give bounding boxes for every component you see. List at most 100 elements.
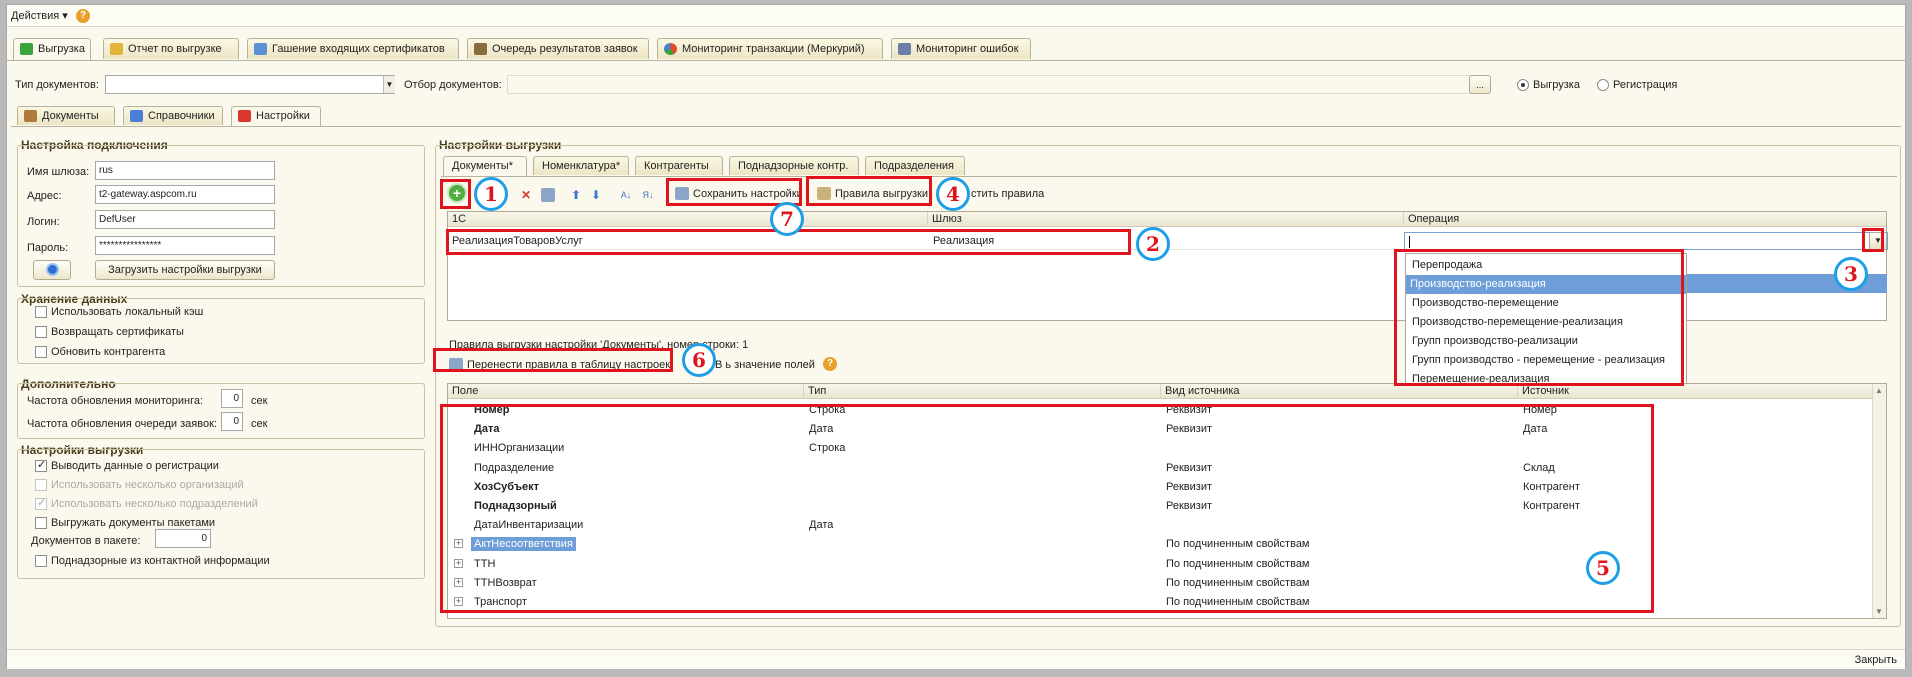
checkbox-batch-export[interactable] bbox=[35, 517, 47, 529]
export-icon bbox=[20, 43, 33, 55]
queue-unit: сек bbox=[251, 418, 268, 430]
monitoring-freq-field[interactable]: 0 bbox=[221, 389, 243, 408]
col-field[interactable]: Поле bbox=[448, 384, 804, 399]
operation-input[interactable] bbox=[1404, 232, 1888, 250]
col-type[interactable]: Тип bbox=[804, 384, 1161, 399]
tab-label: Очередь результатов заявок bbox=[492, 43, 638, 55]
tab-mercury-monitoring[interactable]: Мониторинг транзакции (Меркурий) bbox=[657, 38, 883, 59]
radio-register[interactable] bbox=[1597, 79, 1609, 91]
monitoring-unit: сек bbox=[251, 395, 268, 407]
subtabs-divider bbox=[11, 126, 1901, 127]
sort-asc-icon[interactable]: A↓ bbox=[619, 188, 633, 202]
local-cache-label: Использовать локальный кэш bbox=[51, 306, 204, 318]
monitoring-freq-label: Частота обновления мониторинга: bbox=[27, 395, 204, 407]
checkbox-return-certificates[interactable] bbox=[35, 326, 47, 338]
address-field[interactable]: t2-gateway.aspcom.ru bbox=[95, 185, 275, 204]
doc-selection-field[interactable] bbox=[507, 75, 1482, 94]
queue-freq-label: Частота обновления очереди заявок: bbox=[27, 418, 217, 430]
checkbox-show-registration[interactable] bbox=[35, 458, 47, 472]
tab-certificates[interactable]: Гашение входящих сертификатов bbox=[247, 38, 459, 59]
radio-register-label: Регистрация bbox=[1613, 79, 1678, 91]
tab-label: Выгрузка bbox=[38, 43, 85, 55]
rtab-divisions[interactable]: Подразделения bbox=[865, 156, 965, 175]
clear-rules-button[interactable]: стить правила bbox=[971, 187, 1044, 201]
annotation-circle-2: 2 bbox=[1136, 227, 1170, 261]
login-label: Логин: bbox=[27, 216, 60, 228]
col-source-kind[interactable]: Вид источника bbox=[1161, 384, 1518, 399]
checkbox-update-counterparty[interactable] bbox=[35, 346, 47, 358]
top-menu-bar: Действия ▾ ? bbox=[7, 5, 1905, 27]
col-source[interactable]: Источник bbox=[1518, 384, 1872, 399]
help-icon[interactable]: ? bbox=[76, 9, 90, 23]
rtab-counterparties[interactable]: Контрагенты bbox=[635, 156, 723, 175]
tab-label: Мониторинг транзакции (Меркурий) bbox=[682, 43, 865, 55]
tab-label: Гашение входящих сертификатов bbox=[272, 43, 445, 55]
gateway-field[interactable]: rus bbox=[95, 161, 275, 180]
radio-export[interactable] bbox=[1517, 79, 1529, 91]
move-up-icon[interactable]: ⬆ bbox=[569, 188, 583, 202]
col-1c[interactable]: 1С bbox=[448, 212, 928, 227]
close-button[interactable]: Закрыть bbox=[1855, 653, 1897, 667]
rtab-supervised[interactable]: Поднадзорные контр. bbox=[729, 156, 859, 175]
subtab-documents[interactable]: Документы bbox=[17, 106, 115, 125]
tab-label: Отчет по выгрузке bbox=[128, 43, 222, 55]
tab-export[interactable]: Выгрузка bbox=[13, 38, 91, 60]
password-field[interactable]: **************** bbox=[95, 236, 275, 255]
chevron-down-icon[interactable]: ▼ bbox=[383, 76, 395, 93]
multi-division-label: Использовать несколько подразделений bbox=[51, 498, 258, 510]
address-label: Адрес: bbox=[27, 190, 62, 202]
return-certificates-label: Возвращать сертификаты bbox=[51, 326, 184, 338]
doc-type-field[interactable] bbox=[105, 75, 395, 94]
sort-desc-icon[interactable]: Я↓ bbox=[641, 188, 655, 202]
checkbox-local-cache[interactable] bbox=[35, 306, 47, 318]
queue-icon bbox=[474, 43, 487, 55]
save-icon[interactable] bbox=[541, 188, 555, 202]
delete-icon[interactable]: ✕ bbox=[519, 188, 533, 202]
pie-chart-icon bbox=[664, 43, 677, 55]
subtab-label: Справочники bbox=[148, 110, 215, 122]
selection-ellipsis-button[interactable]: ... bbox=[1469, 75, 1491, 94]
status-bar: Закрыть bbox=[7, 649, 1905, 669]
power-icon bbox=[46, 263, 59, 276]
settings-grid-header: 1С Шлюз Операция bbox=[448, 212, 1886, 227]
subtab-settings[interactable]: Настройки bbox=[231, 106, 321, 126]
batch-size-field[interactable]: 0 bbox=[155, 529, 211, 548]
doc-selection-label: Отбор документов: bbox=[404, 79, 502, 91]
text-cursor bbox=[1409, 236, 1410, 248]
help-icon[interactable]: ? bbox=[823, 357, 837, 371]
annotation-box-4 bbox=[806, 176, 932, 206]
tab-queue[interactable]: Очередь результатов заявок bbox=[467, 38, 649, 59]
col-gateway[interactable]: Шлюз bbox=[928, 212, 1404, 227]
connect-button[interactable] bbox=[33, 260, 71, 280]
login-field[interactable]: DefUser bbox=[95, 210, 275, 229]
annotation-circle-3: 3 bbox=[1834, 257, 1868, 291]
multi-org-label: Использовать несколько организаций bbox=[51, 479, 244, 491]
fields-value-link[interactable]: В ь значение полей bbox=[715, 358, 815, 372]
show-registration-label: Выводить данные о регистрации bbox=[51, 460, 219, 472]
subtab-label: Настройки bbox=[256, 110, 310, 122]
tab-export-report[interactable]: Отчет по выгрузке bbox=[103, 38, 239, 59]
rtab-nomenclature[interactable]: Номенклатура* bbox=[533, 156, 629, 175]
checkbox-multi-division bbox=[35, 496, 47, 510]
annotation-circle-6: 6 bbox=[682, 343, 716, 377]
annotation-circle-5: 5 bbox=[1586, 551, 1620, 585]
monitor-icon bbox=[898, 43, 911, 55]
doc-type-label: Тип документов: bbox=[15, 79, 99, 91]
fields-scrollbar[interactable]: ▲ ▼ bbox=[1872, 384, 1886, 618]
scroll-down-icon[interactable]: ▼ bbox=[1875, 607, 1883, 616]
rtab-documents[interactable]: Документы* bbox=[443, 156, 527, 176]
tab-error-monitoring[interactable]: Мониторинг ошибок bbox=[891, 38, 1031, 59]
documents-icon bbox=[24, 110, 37, 122]
catalogs-icon bbox=[130, 110, 143, 122]
subtab-label: Документы bbox=[42, 110, 99, 122]
rtabs-divider bbox=[441, 176, 1897, 177]
annotation-box-3a bbox=[1862, 228, 1884, 252]
checkbox-contact-info[interactable] bbox=[35, 555, 47, 567]
subtab-catalogs[interactable]: Справочники bbox=[123, 106, 223, 125]
queue-freq-field[interactable]: 0 bbox=[221, 412, 243, 431]
scroll-up-icon[interactable]: ▲ bbox=[1875, 386, 1883, 395]
move-down-icon[interactable]: ⬇ bbox=[589, 188, 603, 202]
col-operation[interactable]: Операция bbox=[1404, 212, 1888, 227]
actions-menu[interactable]: Действия ▾ bbox=[11, 9, 68, 23]
load-settings-button[interactable]: Загрузить настройки выгрузки bbox=[95, 260, 275, 280]
